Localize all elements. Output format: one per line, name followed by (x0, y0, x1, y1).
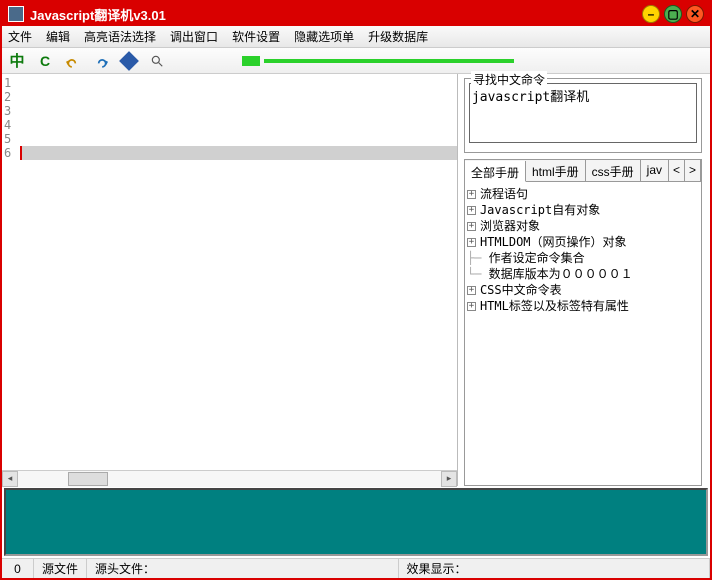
horizontal-scrollbar[interactable]: ◂ ▸ (2, 470, 457, 486)
app-window: Javascript翻译机v3.01 – ▢ ✕ 文件 编辑 高亮语法选择 调出… (0, 0, 712, 580)
tab-css[interactable]: css手册 (586, 160, 641, 181)
tree-node[interactable]: + Javascript自有对象 (467, 202, 699, 218)
tree-label: 浏览器对象 (480, 219, 540, 233)
line-number: 5 (4, 132, 18, 146)
search-legend: 寻找中文命令 (471, 71, 547, 88)
redo-button[interactable] (92, 52, 110, 70)
tab-scroll-right[interactable]: > (685, 160, 701, 181)
progress-indicator (242, 56, 514, 66)
expand-icon[interactable]: + (467, 190, 476, 199)
undo-button[interactable] (64, 52, 82, 70)
code-area[interactable] (20, 74, 457, 470)
magnifier-icon (150, 54, 164, 68)
tree-label: 数据库版本为０００００１ (489, 267, 633, 281)
statusbar: 0 源文件 源头文件： 效果显示： (2, 558, 710, 578)
tree-label: HTML标签以及标签特有属性 (480, 299, 629, 313)
line-number: 4 (4, 118, 18, 132)
scroll-track[interactable] (18, 471, 441, 487)
window-title: Javascript翻译机v3.01 (30, 5, 638, 24)
right-pane: 寻找中文命令 javascript翻译机 全部手册 html手册 css手册 j… (458, 74, 710, 486)
tab-all[interactable]: 全部手册 (465, 161, 526, 182)
progress-head-icon (242, 56, 260, 66)
body-area: 1 2 3 4 5 6 ◂ ▸ (2, 74, 710, 486)
manual-tree[interactable]: + 流程语句 + Javascript自有对象 + 浏览器对象 + HTMLDOM（网页… (465, 182, 701, 485)
expand-icon[interactable]: + (467, 286, 476, 295)
scroll-left-button[interactable]: ◂ (2, 471, 18, 487)
chinese-mode-button[interactable]: 中 (8, 52, 26, 70)
tree-label: CSS中文命令表 (480, 283, 562, 297)
maximize-button[interactable]: ▢ (664, 5, 682, 23)
expand-icon[interactable]: + (467, 238, 476, 247)
menubar: 文件 编辑 高亮语法选择 调出窗口 软件设置 隐藏选项单 升级数据库 (2, 26, 710, 48)
titlebar[interactable]: Javascript翻译机v3.01 – ▢ ✕ (2, 2, 710, 26)
c-mode-button[interactable]: C (36, 52, 54, 70)
scroll-thumb[interactable] (68, 472, 108, 486)
line-number: 2 (4, 90, 18, 104)
output-panel[interactable] (4, 488, 708, 556)
menu-file[interactable]: 文件 (8, 28, 32, 45)
tree-label: HTMLDOM（网页操作）对象 (480, 235, 627, 249)
scroll-right-button[interactable]: ▸ (441, 471, 457, 487)
toolbar: 中 C (2, 48, 710, 74)
progress-bar-icon (264, 59, 514, 63)
status-effect: 效果显示： (399, 559, 711, 578)
undo-icon (66, 54, 80, 68)
line-number: 1 (4, 76, 18, 90)
app-icon (8, 6, 24, 22)
package-button[interactable] (120, 52, 138, 70)
search-group: 寻找中文命令 javascript翻译机 (464, 78, 702, 153)
line-gutter: 1 2 3 4 5 6 (2, 74, 20, 470)
manual-panel: 全部手册 html手册 css手册 jav < > + 流程语句 + Javascr… (464, 159, 702, 486)
tree-node[interactable]: ├─ 作者设定命令集合 (467, 250, 699, 266)
tab-js[interactable]: jav (641, 160, 669, 181)
tree-connector-icon: └─ (467, 267, 489, 281)
expand-icon[interactable]: + (467, 206, 476, 215)
tab-html[interactable]: html手册 (526, 160, 586, 181)
tree-node[interactable]: + HTMLDOM（网页操作）对象 (467, 234, 699, 250)
status-line-count: 0 (2, 559, 34, 578)
expand-icon[interactable]: + (467, 222, 476, 231)
caret-icon (20, 146, 22, 160)
tab-scroll-left[interactable]: < (669, 160, 685, 181)
line-number: 6 (4, 146, 18, 160)
tree-label: 流程语句 (480, 187, 528, 201)
status-source-file: 源文件 (34, 559, 87, 578)
search-input[interactable]: javascript翻译机 (469, 83, 697, 143)
editor-pane: 1 2 3 4 5 6 ◂ ▸ (2, 74, 458, 486)
cube-icon (119, 51, 139, 71)
tree-label: 作者设定命令集合 (489, 251, 585, 265)
menu-upgrade[interactable]: 升级数据库 (368, 28, 428, 45)
menu-settings[interactable]: 软件设置 (232, 28, 280, 45)
menu-hidden[interactable]: 隐藏选项单 (294, 28, 354, 45)
code-editor[interactable]: 1 2 3 4 5 6 (2, 74, 457, 470)
line-number: 3 (4, 104, 18, 118)
tree-label: Javascript自有对象 (480, 203, 600, 217)
close-button[interactable]: ✕ (686, 5, 704, 23)
minimize-button[interactable]: – (642, 5, 660, 23)
tree-node[interactable]: └─ 数据库版本为０００００１ (467, 266, 699, 282)
active-line-highlight (20, 146, 457, 160)
manual-tabs: 全部手册 html手册 css手册 jav < > (465, 160, 701, 182)
menu-syntax[interactable]: 高亮语法选择 (84, 28, 156, 45)
status-source-head: 源头文件： (87, 559, 399, 578)
redo-icon (94, 54, 108, 68)
expand-icon[interactable]: + (467, 302, 476, 311)
menu-edit[interactable]: 编辑 (46, 28, 70, 45)
tree-node[interactable]: + HTML标签以及标签特有属性 (467, 298, 699, 314)
tree-node[interactable]: + 流程语句 (467, 186, 699, 202)
menu-popout[interactable]: 调出窗口 (170, 28, 218, 45)
tree-node[interactable]: + CSS中文命令表 (467, 282, 699, 298)
search-button[interactable] (148, 52, 166, 70)
tree-connector-icon: ├─ (467, 251, 489, 265)
tree-node[interactable]: + 浏览器对象 (467, 218, 699, 234)
